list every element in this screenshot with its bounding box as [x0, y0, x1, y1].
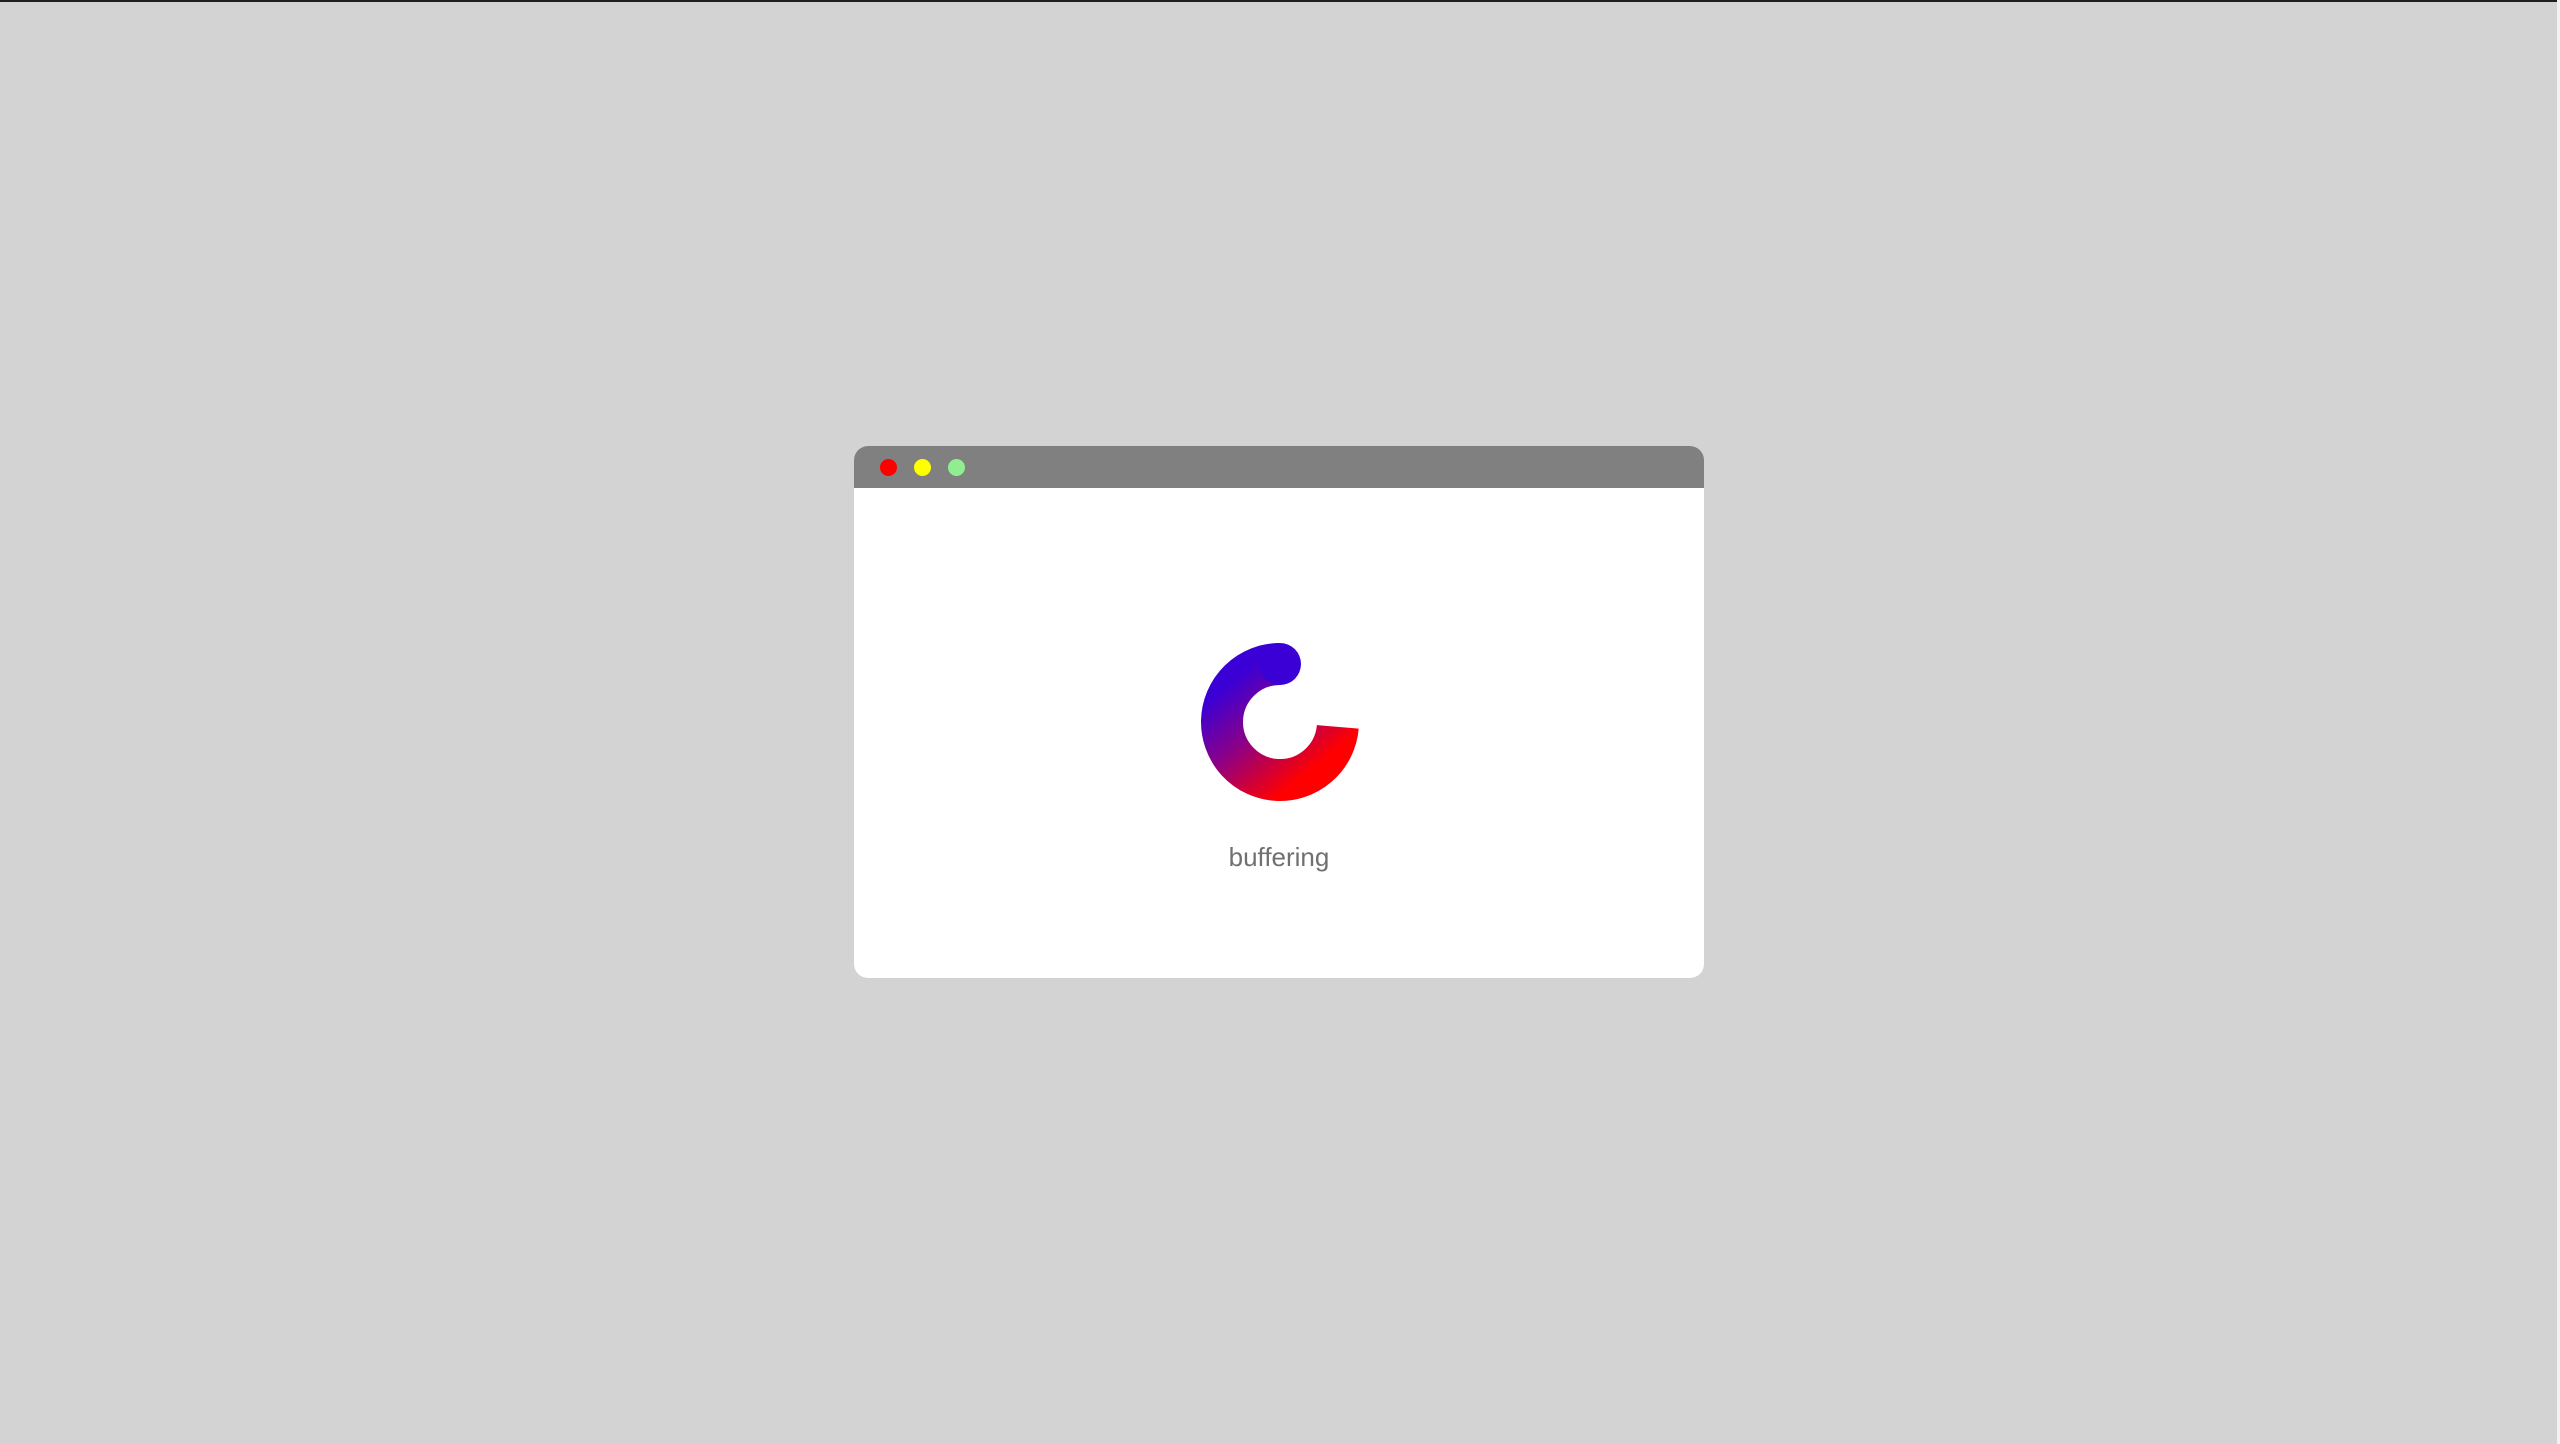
spinner-cap — [1259, 643, 1301, 685]
spinner-icon — [1201, 643, 1359, 801]
window-titlebar[interactable] — [854, 446, 1704, 488]
status-text: buffering — [1228, 842, 1330, 872]
top-border — [0, 0, 2560, 2]
close-button[interactable] — [880, 459, 897, 476]
maximize-button[interactable] — [948, 459, 965, 476]
minimize-button[interactable] — [914, 459, 931, 476]
loading-window: buffering — [854, 446, 1704, 978]
